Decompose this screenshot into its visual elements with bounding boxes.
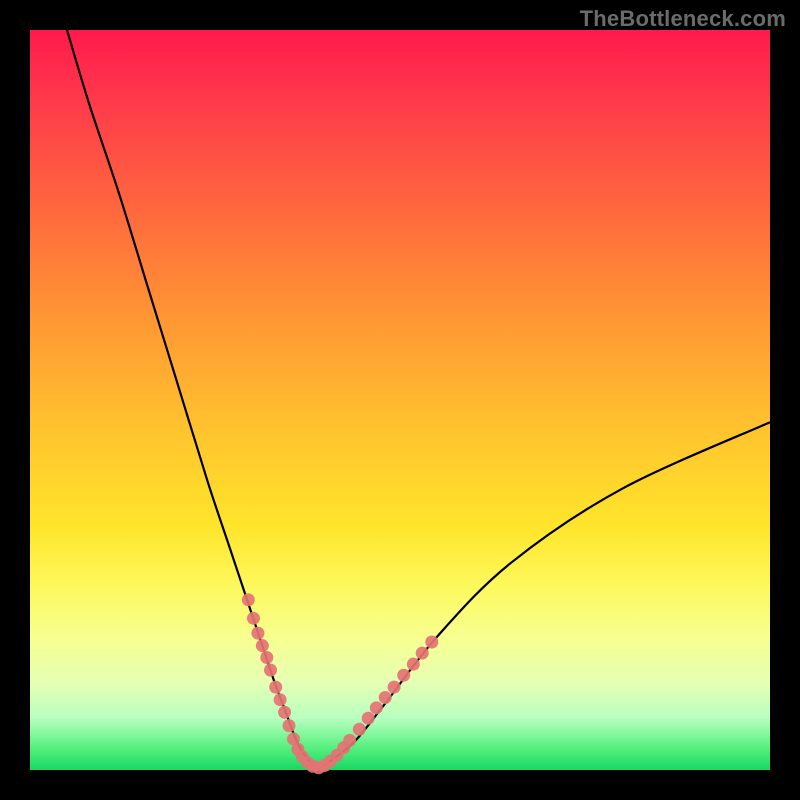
marker-dot [260, 651, 273, 664]
marker-dot [407, 658, 420, 671]
marker-dot [278, 706, 291, 719]
marker-dot [264, 664, 277, 677]
marker-dot [362, 712, 375, 725]
marker-dot [256, 639, 269, 652]
marker-dot [251, 627, 264, 640]
marker-dot [283, 719, 296, 732]
chart-frame: TheBottleneck.com [0, 0, 800, 800]
marker-dot [274, 693, 287, 706]
marker-dot [379, 691, 392, 704]
watermark-text: TheBottleneck.com [580, 6, 786, 32]
marker-dot [397, 669, 410, 682]
marker-dot [343, 734, 356, 747]
plot-area [30, 30, 770, 770]
marker-dot [269, 681, 282, 694]
marker-dot [242, 593, 255, 606]
marker-dot [416, 647, 429, 660]
marker-dot [388, 681, 401, 694]
marker-dot [247, 612, 260, 625]
marker-dot [353, 723, 366, 736]
marker-group [242, 593, 439, 774]
curve-svg [30, 30, 770, 770]
marker-dot [425, 635, 438, 648]
marker-dot [370, 701, 383, 714]
